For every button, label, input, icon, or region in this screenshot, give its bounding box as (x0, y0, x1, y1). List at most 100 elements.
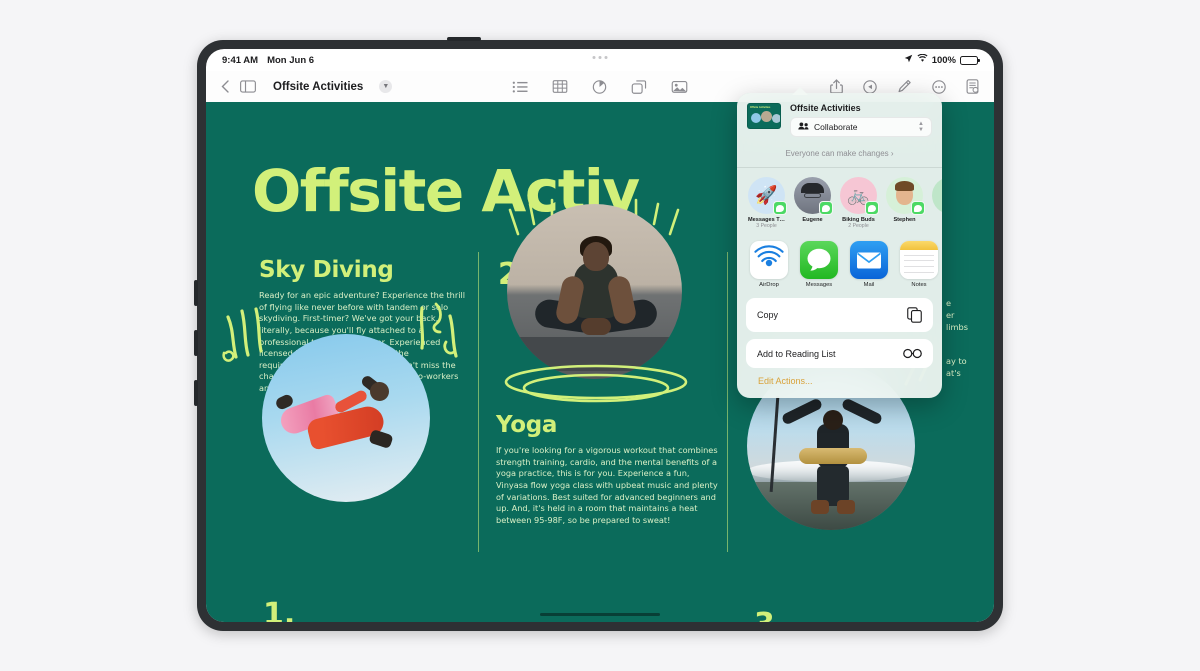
contact-item[interactable]: Stephen (886, 177, 925, 229)
skydiving-photo (262, 334, 430, 502)
toolbar-right-group (830, 79, 979, 94)
ipad-bezel: 9:41 AM Mon Jun 6 100% Offsite Activitie… (206, 49, 994, 622)
table-icon[interactable] (552, 80, 568, 93)
messages-icon (800, 241, 838, 279)
pen-markup-icon[interactable] (897, 79, 912, 94)
mail-icon (850, 241, 888, 279)
app-label: Mail (863, 282, 875, 288)
undo-icon[interactable] (863, 79, 877, 94)
avatar (794, 177, 833, 215)
wifi-icon (917, 53, 928, 66)
contacts-row[interactable]: 🚀 Messages Team 3 People Eugene (737, 168, 942, 237)
document-options-icon[interactable] (966, 79, 979, 94)
status-date: Mon Jun 6 (267, 54, 315, 66)
status-bar-left: 9:41 AM Mon Jun 6 (222, 55, 314, 66)
section-title: Yoga (496, 412, 558, 438)
contact-name: Stephen (893, 217, 916, 223)
ipad-device: 9:41 AM Mon Jun 6 100% Offsite Activitie… (194, 37, 1003, 631)
up-down-chevrons-icon[interactable]: ▲ ▼ (918, 121, 924, 133)
cap-icon (801, 183, 824, 193)
contact-sub: 2 People (848, 223, 869, 229)
action-copy[interactable]: Copy (746, 298, 933, 332)
contact-sub: 3 People (756, 223, 777, 229)
app-label: AirDrop (759, 282, 779, 288)
ipad-screen: 9:41 AM Mon Jun 6 100% Offsite Activitie… (206, 49, 994, 622)
permission-row[interactable]: Everyone can make changes › (737, 143, 942, 168)
collaborate-select[interactable]: Collaborate ▲ ▼ (790, 117, 932, 137)
volume-button-1[interactable] (194, 280, 198, 306)
contact-item[interactable]: A (932, 177, 942, 229)
app-item[interactable]: AirDrop (750, 241, 788, 288)
app-item[interactable]: Mail (850, 241, 888, 288)
battery-percent: 100% (931, 54, 956, 66)
chevron-down-icon[interactable]: ▼ (379, 80, 393, 93)
glasses-icon (804, 193, 821, 198)
messages-badge-icon (819, 201, 833, 215)
occluded-fragment: limbs (946, 322, 968, 332)
contact-item[interactable]: Eugene (794, 177, 833, 229)
action-label: Add to Reading List (757, 348, 836, 359)
section-number: 1. (263, 597, 296, 622)
share-sheet-header: Offsite Activities Offsite Activities Co… (737, 93, 942, 143)
occluded-fragment: er (946, 310, 955, 320)
airdrop-icon (750, 241, 788, 279)
section-yoga: Yoga If you're looking for a vigorous wo… (496, 412, 718, 526)
avatar: 🚲 (840, 177, 879, 215)
column-divider-2 (727, 252, 728, 552)
collaborate-label: Collaborate (814, 122, 858, 132)
contact-item[interactable]: 🚲 Biking Buds 2 People (840, 177, 879, 229)
document-thumbnail: Offsite Activities (747, 103, 781, 129)
occluded-fragment: e (946, 298, 952, 308)
list-icon[interactable] (512, 81, 528, 93)
share-icon[interactable] (830, 79, 843, 94)
people-icon (798, 122, 809, 132)
section-number: 3. (754, 607, 786, 622)
messages-badge-icon (865, 201, 879, 215)
home-indicator[interactable] (540, 613, 660, 616)
occluded-fragment: ay to (946, 356, 967, 366)
power-button[interactable] (447, 37, 481, 41)
sidebar-toggle-icon[interactable] (240, 80, 256, 93)
document-title[interactable]: Offsite Activities (273, 81, 363, 93)
apps-row[interactable]: AirDrop Messages Mail Notes (737, 237, 942, 298)
battery-full-icon (960, 55, 980, 65)
camera-dots (592, 56, 608, 59)
more-icon[interactable] (932, 79, 946, 94)
contact-name: A (932, 217, 942, 223)
share-doc-name: Offsite Activities (790, 103, 861, 113)
status-time: 9:41 AM (222, 54, 259, 66)
edit-actions-button[interactable]: Edit Actions... (737, 375, 942, 398)
location-arrow-icon (904, 54, 913, 66)
messages-badge-icon (911, 201, 925, 215)
shape-icon[interactable] (631, 79, 647, 94)
toolbar-left-group: Offsite Activities ▼ (221, 80, 393, 93)
notes-icon (900, 241, 938, 279)
share-sheet-meta: Offsite Activities Collaborate ▲ ▼ (790, 103, 932, 137)
status-bar: 9:41 AM Mon Jun 6 100% (206, 49, 994, 71)
reading-glasses-icon (903, 348, 922, 359)
app-item[interactable]: Notes (900, 241, 938, 288)
yoga-photo (507, 204, 682, 379)
avatar (932, 177, 942, 214)
action-label: Copy (757, 310, 779, 320)
volume-button-3[interactable] (194, 380, 198, 406)
media-icon[interactable] (671, 80, 688, 93)
app-label: Messages (805, 282, 833, 288)
chart-icon[interactable] (592, 79, 607, 94)
copy-icon (907, 307, 922, 323)
share-sheet[interactable]: Offsite Activities Offsite Activities Co… (737, 93, 942, 398)
chevron-left-icon[interactable] (221, 80, 229, 93)
contact-name: Eugene (802, 217, 823, 223)
occluded-fragment: at's (946, 368, 961, 378)
status-bar-right: 100% (904, 53, 980, 66)
action-add-reading-list[interactable]: Add to Reading List (746, 339, 933, 368)
memoji-hair (895, 181, 914, 191)
messages-badge-icon (773, 201, 787, 215)
app-label: Notes (911, 282, 927, 288)
share-sheet-pointer (792, 87, 808, 95)
volume-button-2[interactable] (194, 330, 198, 356)
section-title: Sky Diving (259, 257, 394, 283)
app-item[interactable]: Messages (800, 241, 838, 288)
contact-item[interactable]: 🚀 Messages Team 3 People (748, 177, 787, 229)
column-divider-1 (478, 252, 479, 552)
